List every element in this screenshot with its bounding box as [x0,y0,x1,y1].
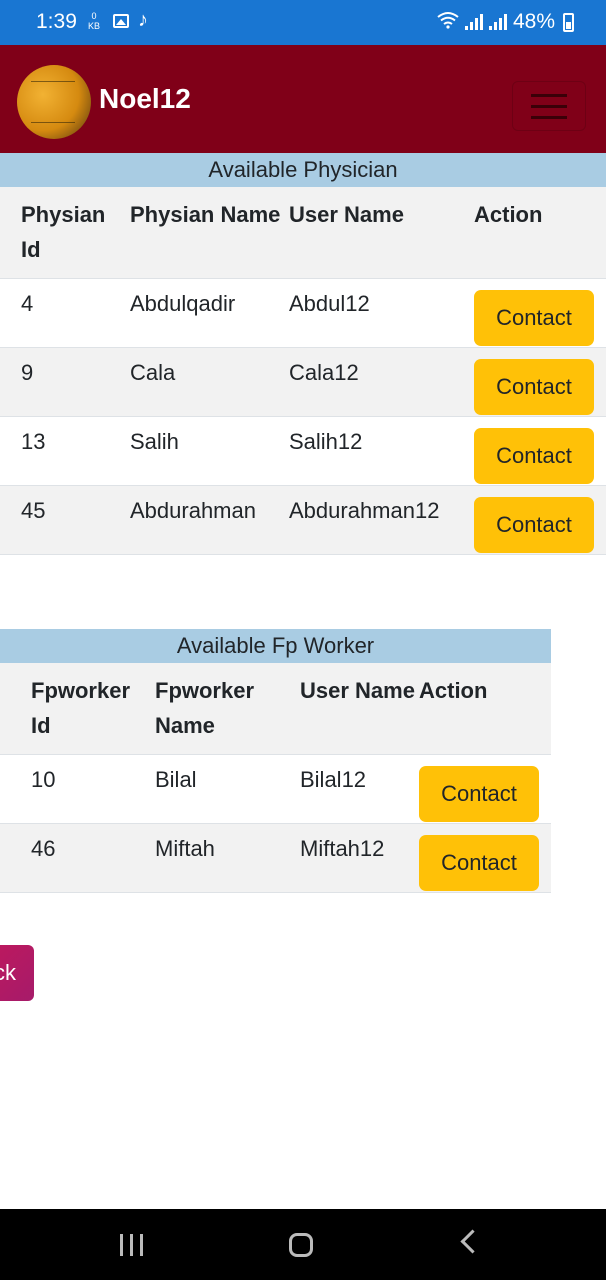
column-header-name: Physian Name [130,202,281,227]
cell-name: Cala [130,360,176,385]
back-arrow-icon[interactable] [460,1229,485,1254]
table-header-row: Fpworker Id Fpworker Name User Name Acti… [0,663,551,755]
column-header-action: Action [419,678,488,703]
column-header-action: Action [474,202,543,227]
cell-name: Abdulqadir [130,291,236,316]
signal-icon [464,14,483,30]
cell-username: Salih12 [289,429,363,454]
cell-name: Bilal [155,767,197,792]
table-row: 10 Bilal Bilal12 Contact [0,754,551,824]
column-header-name: Fpworker Name [155,678,255,738]
network-speed: 0 KB [88,11,100,31]
tiktok-icon: ♪ [138,9,148,31]
cell-name: Abdurahman [130,498,256,523]
signal-icon [488,14,507,30]
back-button[interactable]: ck [0,945,34,1001]
cell-username: Bilal12 [300,767,367,792]
table-header-row: Physian Id Physian Name User Name Action [0,187,606,279]
brand-title[interactable]: Noel12 [99,83,191,115]
battery-percent: 48% [512,10,555,33]
gallery-icon [113,14,129,28]
recents-icon[interactable] [120,1234,144,1256]
wifi-icon [437,11,459,34]
cell-name: Salih [130,429,179,454]
network-speed-value: 0 [91,11,97,21]
physician-table-caption: Available Physician [0,153,606,187]
contact-button[interactable]: Contact [419,766,539,822]
table-row: 45 Abdurahman Abdurahman12 Contact [0,485,606,555]
cell-id: 13 [21,429,46,454]
contact-button[interactable]: Contact [474,497,594,553]
contact-button[interactable]: Contact [474,290,594,346]
status-time: 1:39 [36,10,77,33]
android-nav-bar [0,1209,606,1280]
cell-id: 46 [31,836,56,861]
contact-button[interactable]: Contact [474,428,594,484]
table-row: 4 Abdulqadir Abdul12 Contact [0,278,606,348]
network-speed-unit: KB [88,21,101,31]
column-header-id: Fpworker Id [31,678,131,738]
fpworker-table-caption: Available Fp Worker [0,629,551,663]
app-navbar: Noel12 [0,45,606,157]
table-row: 13 Salih Salih12 Contact [0,416,606,486]
fpworker-table: Fpworker Id Fpworker Name User Name Acti… [0,663,551,893]
cell-name: Miftah [155,836,215,861]
column-header-id: Physian Id [21,202,106,262]
cell-username: Cala12 [289,360,359,385]
cell-id: 4 [21,291,34,316]
cell-id: 10 [31,767,56,792]
status-bar: 1:39 0 KB ♪ 48% [0,0,606,45]
contact-button[interactable]: Contact [419,835,539,891]
battery-icon [563,12,574,32]
home-icon[interactable] [289,1233,313,1257]
column-header-username: User Name [289,202,404,227]
brand-logo[interactable] [17,65,91,139]
hamburger-menu-icon[interactable] [512,81,586,131]
status-right: 48% [437,10,574,34]
cell-id: 9 [21,360,34,385]
cell-id: 45 [21,498,46,523]
table-row: 9 Cala Cala12 Contact [0,347,606,417]
cell-username: Abdul12 [289,291,370,316]
column-header-username: User Name [300,678,415,703]
contact-button[interactable]: Contact [474,359,594,415]
cell-username: Abdurahman12 [289,498,440,523]
table-row: 46 Miftah Miftah12 Contact [0,823,551,893]
physician-table: Physian Id Physian Name User Name Action… [0,187,606,555]
cell-username: Miftah12 [300,836,385,861]
